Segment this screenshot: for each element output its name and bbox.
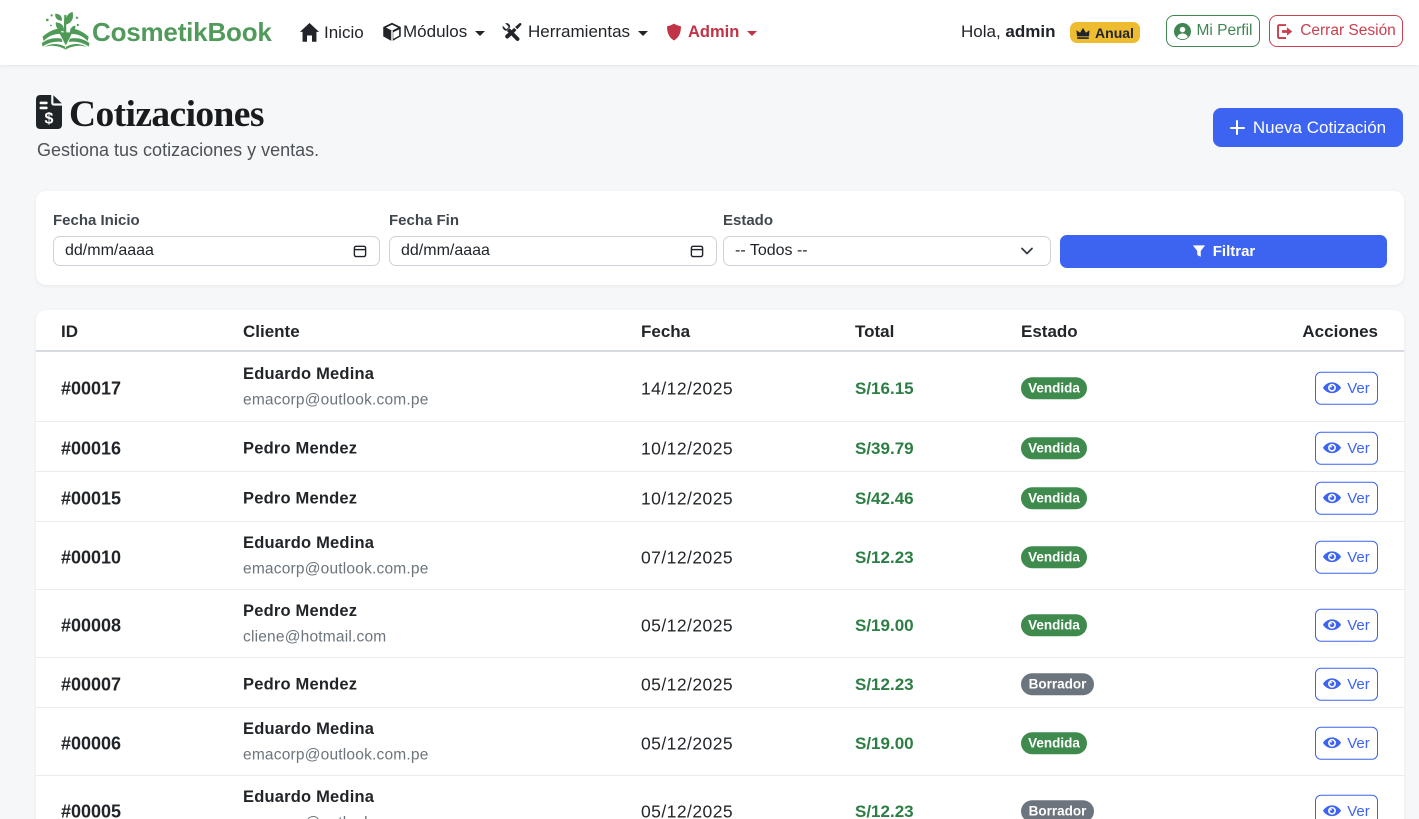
svg-text:$: $ [45, 111, 54, 128]
